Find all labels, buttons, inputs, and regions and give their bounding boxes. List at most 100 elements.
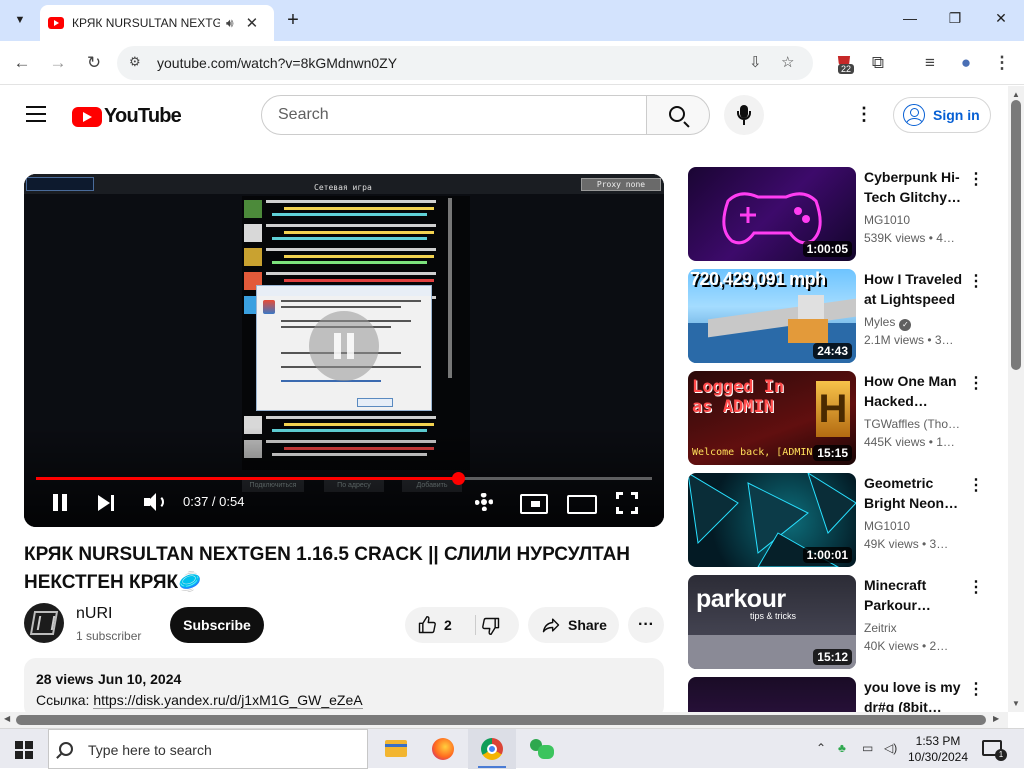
video-player[interactable]: Сетевая игра Proxy none Подключиться xyxy=(24,174,664,527)
related-channel[interactable]: MG1010 xyxy=(864,519,968,533)
fullscreen-icon[interactable] xyxy=(616,488,638,516)
more-actions-icon[interactable]: ··· xyxy=(628,607,664,643)
vertical-scrollbar[interactable]: ▲ ▼ xyxy=(1008,86,1024,712)
related-thumbnail[interactable] xyxy=(688,677,856,712)
related-kebab-icon[interactable]: ⋮ xyxy=(968,679,984,699)
forward-icon[interactable]: → xyxy=(46,51,70,75)
next-video-icon[interactable] xyxy=(96,488,118,516)
firefox-icon[interactable] xyxy=(419,729,467,769)
youtube-logo[interactable]: YouTube xyxy=(72,105,182,128)
description-text: Ссылка: https://disk.yandex.ru/d/j1xM1G_… xyxy=(36,692,363,709)
new-tab-icon[interactable]: + xyxy=(282,9,304,32)
install-app-icon[interactable]: ⇩ xyxy=(749,53,762,71)
chrome-icon[interactable] xyxy=(468,729,516,769)
extensions-puzzle-icon[interactable]: ⧉ xyxy=(866,51,890,75)
browser-tab[interactable]: КРЯК NURSULTAN NEXTGEN 1.16.5 CRACK || С… xyxy=(40,5,274,41)
windows-start-icon[interactable] xyxy=(0,729,48,769)
share-button[interactable]: Share xyxy=(528,607,619,643)
back-icon[interactable]: ← xyxy=(10,51,34,75)
related-thumbnail[interactable]: 1:00:01 xyxy=(688,473,856,567)
horizontal-scroll-thumb[interactable] xyxy=(16,715,986,725)
related-thumbnail[interactable]: Logged In as ADMIN H Welcome back, [ADMI… xyxy=(688,371,856,465)
minimize-icon[interactable]: — xyxy=(898,10,922,26)
related-channel[interactable]: MG1010 xyxy=(864,213,968,227)
tray-app-icon[interactable]: ♣ xyxy=(838,741,846,755)
related-thumbnail[interactable]: 1:00:05 xyxy=(688,167,856,261)
green-app-icon[interactable] xyxy=(518,729,566,769)
like-thumb-up-icon[interactable] xyxy=(417,615,437,635)
sign-in-button[interactable]: Sign in xyxy=(893,97,991,133)
related-video-item[interactable]: parkour tips & tricks 15:12 Minecraft Pa… xyxy=(688,575,988,670)
media-control-icon[interactable]: ≡ xyxy=(918,51,942,75)
h-logo-icon: H xyxy=(816,381,850,437)
speaker-icon[interactable]: 🔊︎ xyxy=(226,16,234,31)
related-kebab-icon[interactable]: ⋮ xyxy=(968,169,984,189)
url-text[interactable]: youtube.com/watch?v=8kGMdnwn0ZY xyxy=(157,55,397,71)
related-meta: 49K views • 3… xyxy=(864,537,949,551)
window-close-icon[interactable]: ✕ xyxy=(989,10,1013,27)
volume-icon[interactable] xyxy=(142,488,166,516)
profile-icon[interactable]: ● xyxy=(954,51,978,75)
related-kebab-icon[interactable]: ⋮ xyxy=(968,577,984,597)
scroll-left-icon[interactable]: ◀ xyxy=(4,714,10,723)
scroll-up-icon[interactable]: ▲ xyxy=(1012,90,1020,99)
description-link[interactable]: https://disk.yandex.ru/d/j1xM1G_GW_eZeA xyxy=(93,692,363,709)
theater-mode-icon[interactable] xyxy=(567,488,597,516)
related-channel[interactable]: Myles ✓ xyxy=(864,315,968,331)
related-video-item[interactable]: Logged In as ADMIN H Welcome back, [ADMI… xyxy=(688,371,988,466)
settings-kebab-icon[interactable]: ⋮ xyxy=(854,104,874,125)
related-video-item[interactable]: 720,429,091 mph 24:43 How I Traveled at … xyxy=(688,269,988,364)
related-channel[interactable]: TGWaffles (Tho… xyxy=(864,417,968,431)
description-box[interactable]: 28 views Jun 10, 2024 Ссылка: https://di… xyxy=(24,658,664,718)
bookmark-star-icon[interactable]: ☆ xyxy=(781,53,794,71)
related-title[interactable]: Minecraft Parkour… xyxy=(864,575,968,615)
file-explorer-icon[interactable] xyxy=(371,729,419,769)
related-kebab-icon[interactable]: ⋮ xyxy=(968,475,984,495)
tab-search-chevron-icon[interactable]: ▼ xyxy=(8,8,32,32)
search-button[interactable] xyxy=(646,95,710,135)
related-title[interactable]: How One Man Hacked… xyxy=(864,371,968,411)
voice-search-button[interactable] xyxy=(724,95,764,135)
related-video-item[interactable]: you love is my dr#g (8bit… ⋮ xyxy=(688,677,988,712)
related-video-item[interactable]: 1:00:05 Cyberpunk Hi-Tech Glitchy… MG101… xyxy=(688,167,988,262)
scroll-right-icon[interactable]: ▶ xyxy=(993,714,999,723)
like-count: 2 xyxy=(444,617,452,633)
volume-tray-icon[interactable]: ◁) xyxy=(884,741,897,755)
channel-avatar[interactable] xyxy=(24,603,64,643)
related-thumbnail[interactable]: 720,429,091 mph 24:43 xyxy=(688,269,856,363)
pause-icon[interactable] xyxy=(50,488,72,516)
related-title[interactable]: you love is my dr#g (8bit… xyxy=(864,677,968,712)
notification-center-icon[interactable]: 1 xyxy=(982,740,1007,761)
related-channel[interactable]: Zeitrix xyxy=(864,621,968,635)
related-title[interactable]: Geometric Bright Neon… xyxy=(864,473,968,513)
address-bar[interactable]: ⚙︎ youtube.com/watch?v=8kGMdnwn0ZY ⇩ ☆ xyxy=(117,46,813,80)
horizontal-scrollbar[interactable]: ◀ ▶ xyxy=(0,712,1008,728)
subscribe-button[interactable]: Subscribe xyxy=(170,607,264,643)
related-kebab-icon[interactable]: ⋮ xyxy=(968,271,984,291)
dislike-thumb-down-icon[interactable] xyxy=(481,616,501,636)
tab-close-icon[interactable]: ✕ xyxy=(246,14,259,32)
progress-scrubber-handle[interactable] xyxy=(451,472,465,485)
miniplayer-icon[interactable] xyxy=(520,488,548,516)
settings-gear-icon[interactable] xyxy=(473,488,495,516)
restore-icon[interactable]: ❐ xyxy=(943,10,967,27)
taskbar-clock[interactable]: 1:53 PM 10/30/2024 xyxy=(902,733,974,765)
hamburger-menu-icon[interactable] xyxy=(26,106,46,122)
tray-chevron-icon[interactable]: ⌃ xyxy=(816,741,826,755)
related-thumbnail[interactable]: parkour tips & tricks 15:12 xyxy=(688,575,856,669)
vertical-scroll-thumb[interactable] xyxy=(1011,100,1021,370)
chrome-menu-icon[interactable]: ⋮ xyxy=(990,51,1014,75)
related-title[interactable]: How I Traveled at Lightspeed xyxy=(864,269,968,309)
site-info-icon[interactable]: ⚙︎ xyxy=(129,54,141,70)
related-title[interactable]: Cyberpunk Hi-Tech Glitchy… xyxy=(864,167,968,207)
reload-icon[interactable]: ↻ xyxy=(82,51,106,75)
search-input[interactable] xyxy=(278,106,628,124)
related-kebab-icon[interactable]: ⋮ xyxy=(968,373,984,393)
channel-name[interactable]: nURI xyxy=(76,605,112,623)
related-video-item[interactable]: 1:00:01 Geometric Bright Neon… MG1010 49… xyxy=(688,473,988,568)
network-icon[interactable]: ▭ xyxy=(862,741,873,755)
verified-check-icon: ✓ xyxy=(899,319,912,331)
taskbar-search-box[interactable]: Type here to search xyxy=(48,729,368,769)
scroll-down-icon[interactable]: ▼ xyxy=(1012,699,1020,708)
progress-bar[interactable] xyxy=(36,472,652,485)
